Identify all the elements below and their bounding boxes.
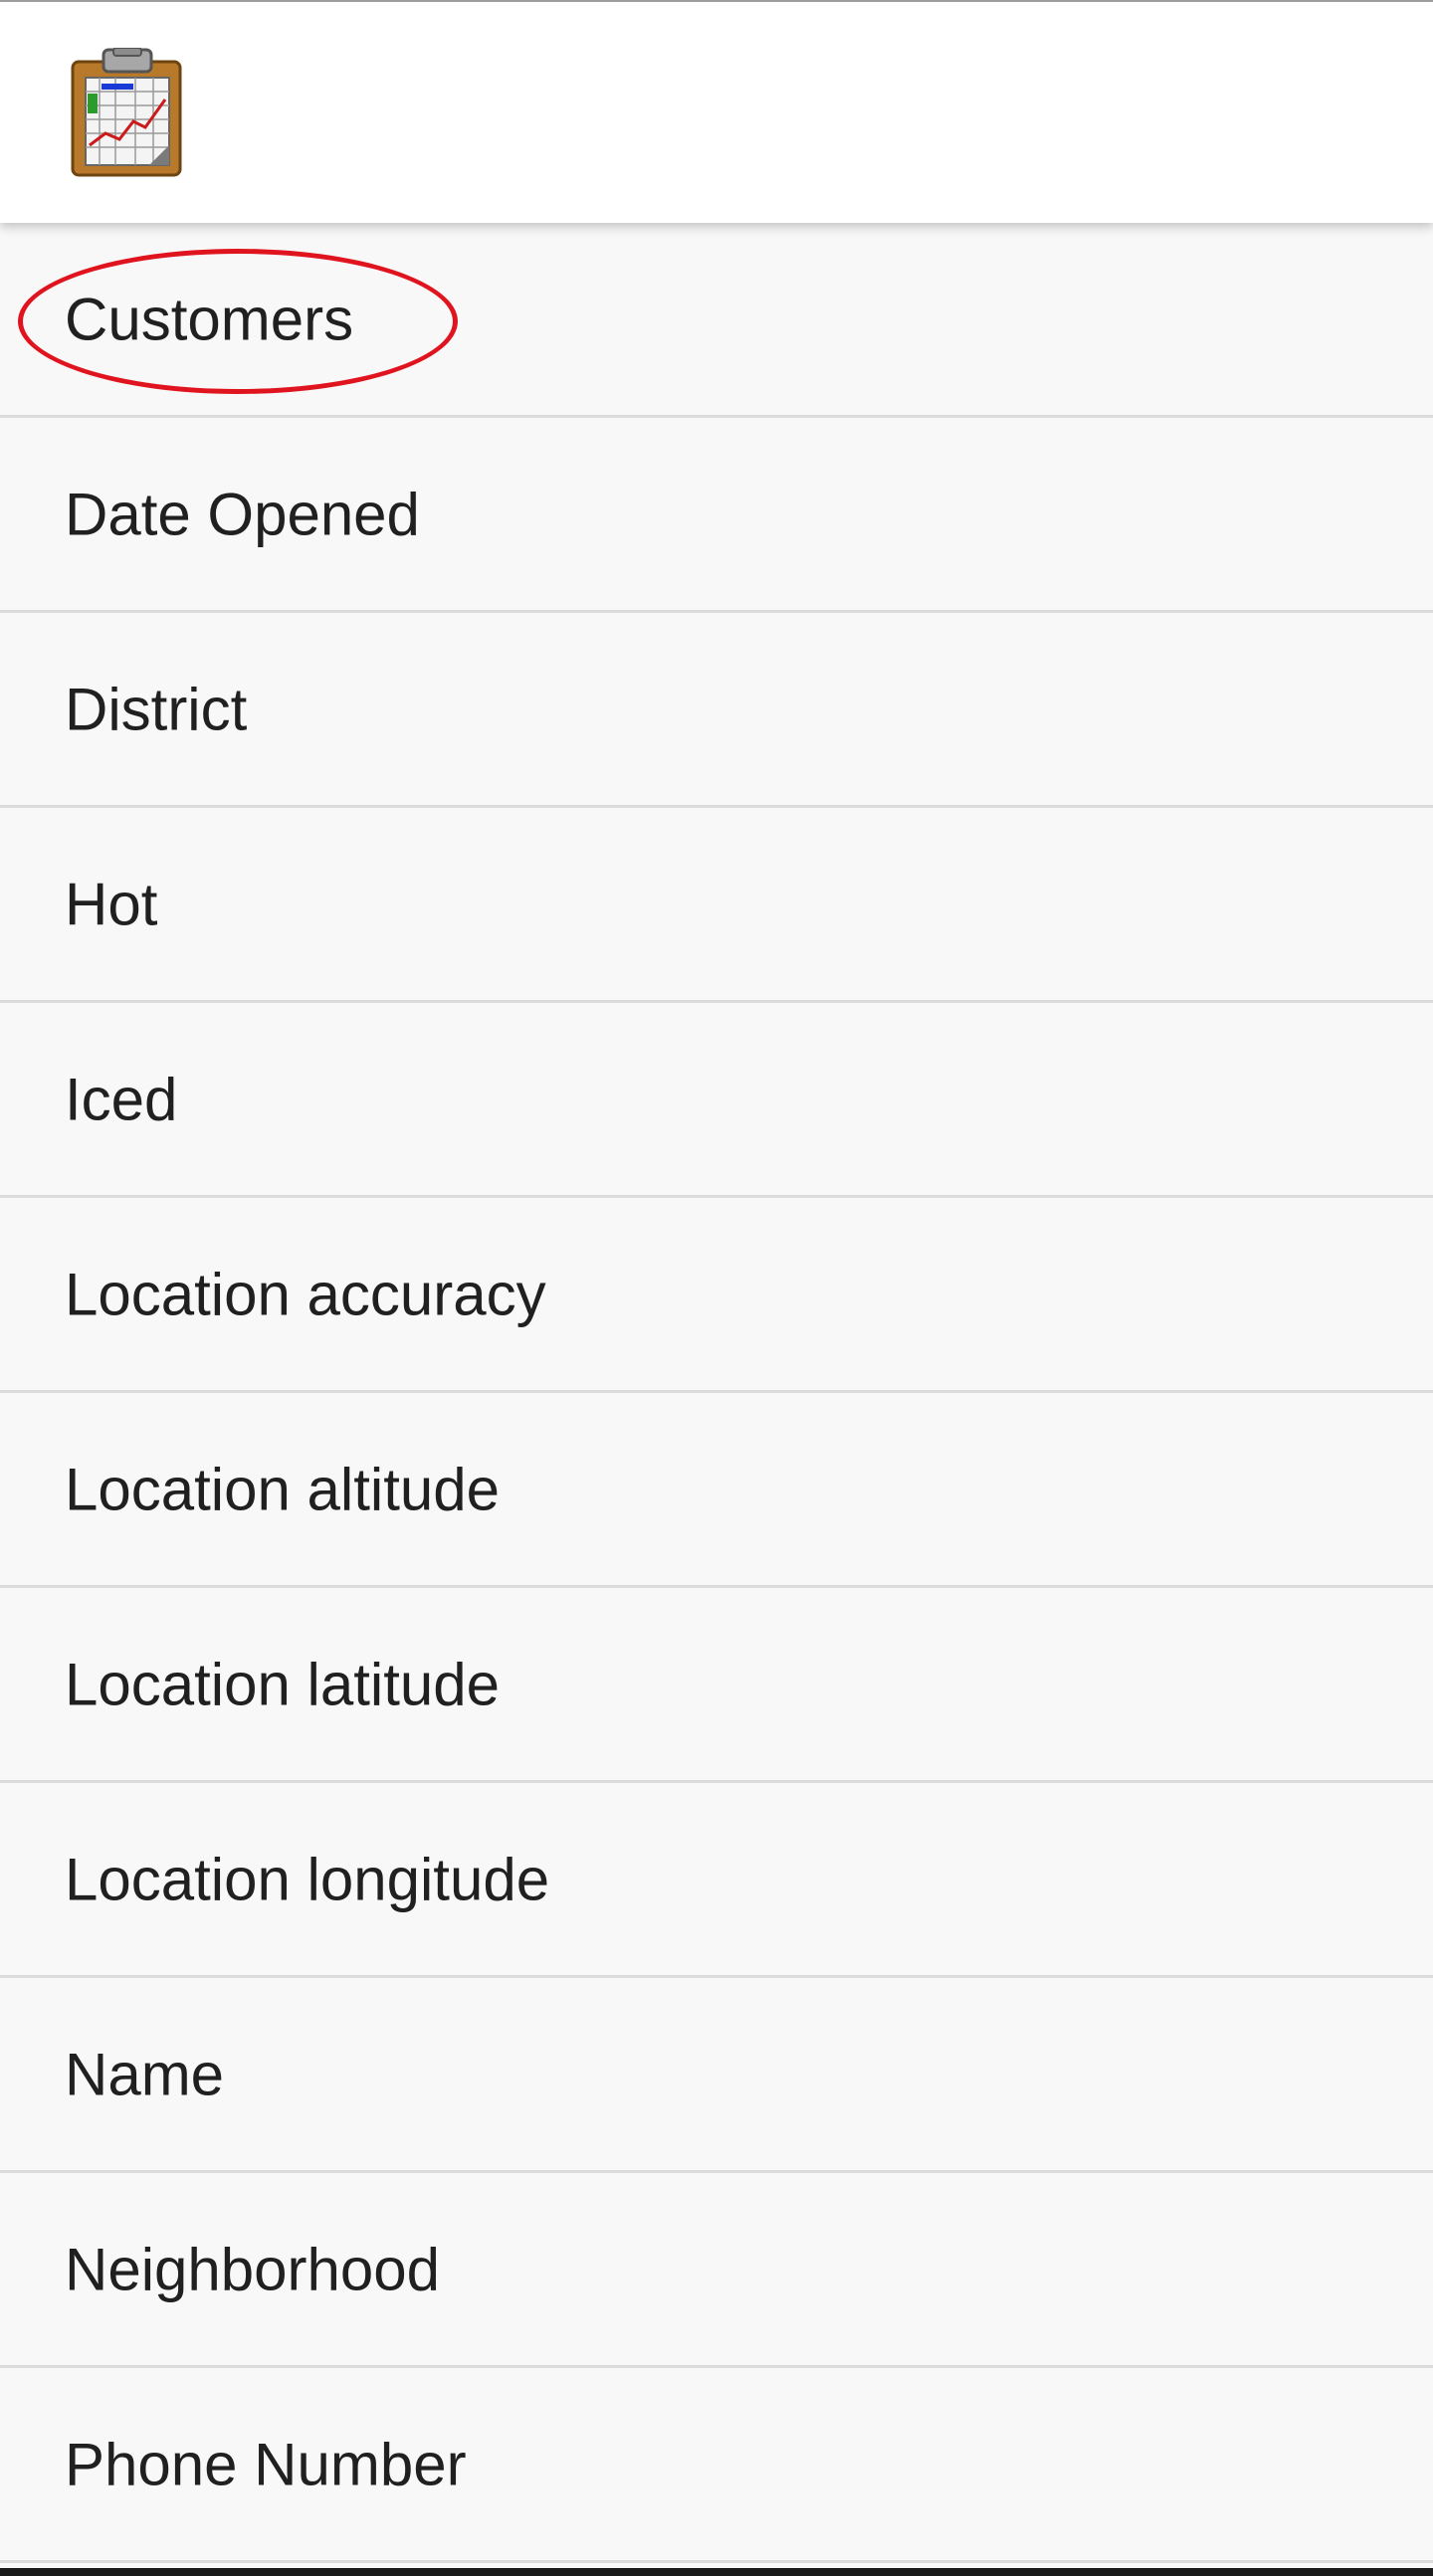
app-bar	[0, 0, 1433, 223]
list-item-label: Name	[65, 2041, 225, 2107]
list-item-hot[interactable]: Hot	[0, 808, 1433, 1003]
list-item-label: Date Opened	[65, 481, 420, 547]
list-item-iced[interactable]: Iced	[0, 1003, 1433, 1198]
bottom-edge-divider	[0, 2568, 1433, 2576]
list-item-location-latitude[interactable]: Location latitude	[0, 1588, 1433, 1783]
clipboard-spreadsheet-icon[interactable]	[70, 48, 185, 179]
list-item-location-longitude[interactable]: Location longitude	[0, 1783, 1433, 1978]
list-item-label: Customers	[65, 286, 354, 352]
list-item-name[interactable]: Name	[0, 1978, 1433, 2173]
list-item-location-altitude[interactable]: Location altitude	[0, 1393, 1433, 1588]
list-item-location-accuracy[interactable]: Location accuracy	[0, 1198, 1433, 1393]
list-item-label: Location latitude	[65, 1651, 500, 1717]
list-item-label: Location longitude	[65, 1846, 550, 1912]
list-item-date-opened[interactable]: Date Opened	[0, 418, 1433, 613]
list-item-district[interactable]: District	[0, 613, 1433, 808]
list-item-label: Location altitude	[65, 1456, 500, 1522]
list-item-label: Neighborhood	[65, 2236, 440, 2302]
field-list: Customers Date Opened District Hot Iced …	[0, 223, 1433, 2567]
list-item-phone-number[interactable]: Phone Number	[0, 2368, 1433, 2563]
list-item-label: Iced	[65, 1066, 178, 1132]
list-item-label: District	[65, 676, 248, 742]
list-item-neighborhood[interactable]: Neighborhood	[0, 2173, 1433, 2368]
list-item-customers[interactable]: Customers	[0, 223, 1433, 418]
list-item-label: Location accuracy	[65, 1261, 546, 1327]
list-item-label: Hot	[65, 871, 158, 937]
list-item-label: Phone Number	[65, 2431, 467, 2497]
